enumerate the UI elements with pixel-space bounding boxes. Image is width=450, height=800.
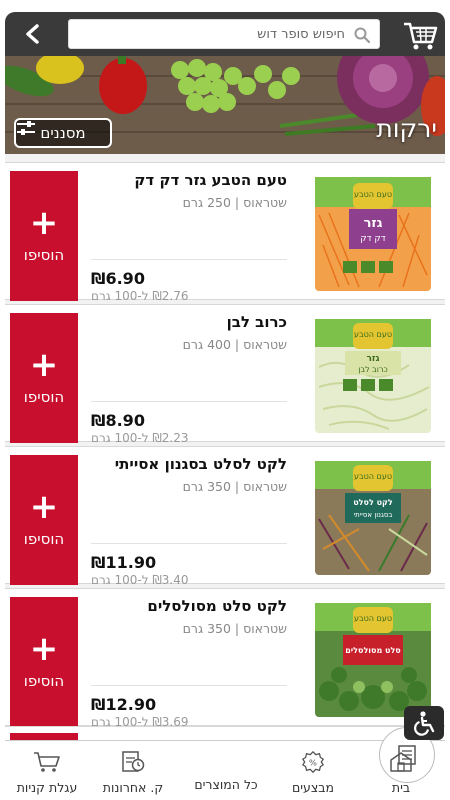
product-card[interactable]: + הוסיפו לקט לסלט בסגנון אסייתי שטראוס |… [5,446,445,587]
plus-icon: + [29,203,59,243]
product-meta: שטראוס | 400 גרם [182,337,287,352]
package-brand: טעם הטבע [354,190,392,199]
add-to-cart-button[interactable]: + הוסיפו [10,171,78,301]
package-brand: טעם הטבע [354,472,392,481]
sliders-icon [17,121,35,135]
package-subtitle: בסגנון אסייתי [354,511,393,519]
product-meta: שטראוס | 350 גרם [182,479,287,494]
shopping-cart-icon[interactable] [400,16,440,52]
product-brand: שטראוס [243,621,287,636]
nav-all-products-label: כל המוצרים [194,777,258,792]
add-to-cart-button[interactable]: + הוסיפו [10,597,78,727]
product-list[interactable]: + הוסיפו טעם הטבע גזר דק דק שטראוס | 250… [5,154,445,740]
unit-price: ₪3.40 ל-100 גרם [91,573,189,587]
product-image[interactable]: טעם הטבע גזר כרוב לבן [309,317,437,435]
product-info: כרוב לבן שטראוס | 400 גרם ₪8.90 ₪2.23 ל-… [91,313,287,445]
product-price: ₪12.90 [91,695,157,714]
add-label: הוסיפו [23,672,65,690]
product-meta: שטראוס | 250 גרם [182,195,287,210]
divider [91,259,287,260]
category-title: ירקות [376,114,437,143]
unit-price: ₪2.76 ל-100 גרם [91,289,189,303]
nav-cart[interactable]: עגלת קניות [7,741,87,800]
product-info: לקט סלט מסולסלים שטראוס | 350 גרם ₪12.90… [91,597,287,729]
product-card[interactable]: + הוסיפו כרוב לבן שטראוס | 400 גרם ₪8.90… [5,304,445,445]
bottom-navigation: עגלת קניות ק. אחרונות כל המוצרים % מבצעי… [5,727,445,800]
divider [91,685,287,686]
back-button[interactable] [15,18,51,50]
product-weight: 350 גרם [182,479,231,494]
wheelchair-icon [414,711,435,736]
product-image[interactable]: טעם הטבע לקט לסלט בסגנון אסייתי [309,459,437,577]
package-brand: טעם הטבע [354,614,392,623]
nav-deals-label: מבצעים [291,780,335,795]
divider [91,401,287,402]
cart-icon [34,752,60,772]
product-price: ₪6.90 [91,269,145,288]
product-info: לקט לסלט בסגנון אסייתי שטראוס | 350 גרם … [91,455,287,587]
divider [91,543,287,544]
filters-button[interactable]: מסננים [14,118,112,148]
product-name[interactable]: לקט לסלט בסגנון אסייתי [91,455,287,473]
product-brand: שטראוס [243,337,287,352]
discount-badge-icon: % [301,750,325,774]
nav-deals[interactable]: % מבצעים [273,741,353,800]
nav-cart-label: עגלת קניות [16,780,78,795]
add-to-cart-button[interactable]: + הוסיפו [10,455,78,585]
search-icon[interactable] [353,26,371,44]
product-card[interactable]: + הוסיפו לקט סלט מסולסלים שטראוס | 350 ג… [5,588,445,729]
product-name[interactable]: טעם הטבע גזר דק דק [91,171,287,189]
add-label: הוסיפו [23,246,65,264]
home-icon [390,752,412,772]
search-box[interactable] [68,19,380,49]
package-title: סלט מסולסלים [345,646,401,655]
nav-recent-purchases[interactable]: ק. אחרונות [93,741,173,800]
plus-icon: + [29,487,59,527]
product-weight: 250 גרם [182,195,231,210]
package-brand: טעם הטבע [354,330,392,339]
accessibility-button[interactable] [404,706,444,740]
add-to-cart-button[interactable] [10,733,78,740]
product-weight: 400 גרם [182,337,231,352]
package-subtitle: דק דק [360,234,386,244]
product-brand: שטראוס [243,479,287,494]
product-meta: שטראוס | 350 גרם [182,621,287,636]
product-price: ₪8.90 [91,411,145,430]
receipt-clock-icon [122,751,145,772]
plus-icon: + [29,629,59,669]
product-info: טעם הטבע גזר דק דק שטראוס | 250 גרם ₪6.9… [91,171,287,303]
product-weight: 350 גרם [182,621,231,636]
category-banner: מסננים ירקות [5,56,445,154]
add-to-cart-button[interactable]: + הוסיפו [10,313,78,443]
chevron-left-icon [26,24,39,44]
nav-home-label: בית [391,780,411,795]
product-name[interactable]: לקט סלט מסולסלים [91,597,287,615]
nav-recent-label: ק. אחרונות [102,780,164,795]
add-label: הוסיפו [23,388,65,406]
nav-all-products[interactable]: כל המוצרים [186,727,435,800]
product-price: ₪11.90 [91,553,157,572]
top-bar [5,12,445,56]
package-title: לקט לסלט [353,498,393,507]
search-input[interactable] [69,20,379,48]
product-name[interactable]: כרוב לבן [91,313,287,331]
nav-home[interactable]: בית [361,741,441,800]
unit-price: ₪2.23 ל-100 גרם [91,431,189,445]
product-card-partial[interactable] [5,726,445,740]
product-card[interactable]: + הוסיפו טעם הטבע גזר דק דק שטראוס | 250… [5,162,445,303]
product-brand: שטראוס [243,195,287,210]
svg-text:%: % [309,758,317,768]
package-subtitle: כרוב לבן [358,365,387,374]
package-title: גזר [366,354,379,364]
app-screen: מסננים ירקות + הוסיפו טעם הטבע גזר דק דק… [0,0,450,800]
plus-icon: + [29,345,59,385]
package-title: גזר [364,216,383,231]
product-image[interactable]: טעם הטבע סלט מסולסלים [309,601,437,719]
add-label: הוסיפו [23,530,65,548]
filters-label: מסננים [40,124,86,142]
product-image[interactable]: טעם הטבע גזר דק דק [309,175,437,293]
